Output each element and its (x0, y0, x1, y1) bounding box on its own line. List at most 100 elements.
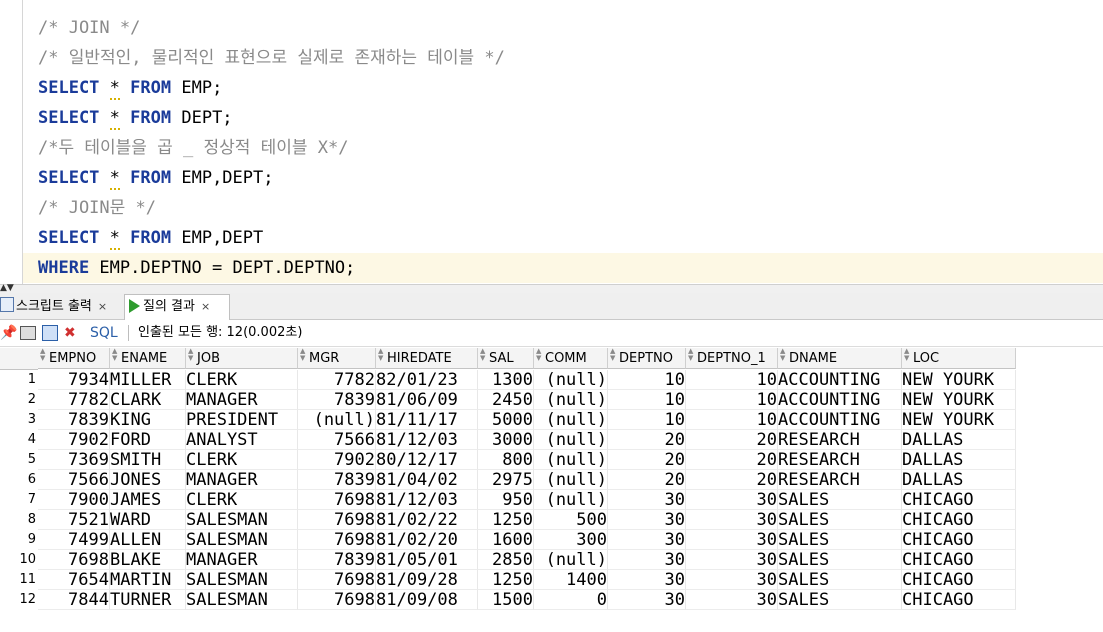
cell-deptno_1[interactable]: 20 (686, 430, 778, 450)
table-row[interactable]: 8 7521 WARD SALESMAN 7698 81/02/22 1250 500 30 30… (0, 510, 1016, 530)
column-header-loc[interactable]: ▲ ▼ LOC (902, 348, 1016, 369)
cell-deptno_1[interactable]: 30 (686, 570, 778, 590)
cell-deptno_1[interactable]: 20 (686, 470, 778, 490)
cell-empno[interactable]: 7654 (38, 570, 110, 590)
cell-dname[interactable]: SALES (778, 590, 902, 610)
sort-icon[interactable]: ▲ ▼ (780, 348, 789, 362)
cell-empno[interactable]: 7839 (38, 410, 110, 430)
cell-comm[interactable]: (null) (534, 550, 608, 570)
cell-ename[interactable]: FORD (110, 430, 186, 450)
code-line[interactable]: /* JOIN문 */ (38, 193, 156, 223)
cell-sal[interactable]: 1600 (478, 530, 534, 550)
cell-empno[interactable]: 7566 (38, 470, 110, 490)
cell-sal[interactable]: 1250 (478, 570, 534, 590)
cell-ename[interactable]: MILLER (110, 370, 186, 390)
cell-hiredate[interactable]: 81/02/20 (376, 530, 478, 550)
table-row[interactable]: 5 7369 SMITH CLERK 7902 80/12/17 800 (null) 20 20… (0, 450, 1016, 470)
cell-empno[interactable]: 7782 (38, 390, 110, 410)
sort-icon[interactable]: ▲ ▼ (378, 348, 387, 362)
cell-job[interactable]: SALESMAN (186, 570, 298, 590)
cell-deptno[interactable]: 30 (608, 530, 686, 550)
cell-mgr[interactable]: 7698 (298, 530, 376, 550)
cell-deptno[interactable]: 30 (608, 510, 686, 530)
cell-loc[interactable]: CHICAGO (902, 530, 1016, 550)
cell-sal[interactable]: 5000 (478, 410, 534, 430)
cell-dname[interactable]: ACCOUNTING (778, 390, 902, 410)
cell-mgr[interactable]: 7698 (298, 570, 376, 590)
cell-dname[interactable]: SALES (778, 570, 902, 590)
cell-sal[interactable]: 3000 (478, 430, 534, 450)
cell-dname[interactable]: SALES (778, 530, 902, 550)
cell-deptno[interactable]: 10 (608, 370, 686, 390)
cell-job[interactable]: PRESIDENT (186, 410, 298, 430)
column-header-ename[interactable]: ▲ ▼ ENAME (110, 348, 186, 369)
cell-deptno[interactable]: 20 (608, 430, 686, 450)
code-line[interactable]: SELECT * FROM EMP; (38, 73, 222, 103)
sql-editor[interactable]: /* JOIN */ /* 일반적인, 물리적인 표현으로 실제로 존재하는 테이… (0, 0, 1103, 284)
close-icon[interactable]: × (98, 300, 107, 313)
sort-icon[interactable]: ▲ ▼ (112, 348, 121, 362)
column-header-hiredate[interactable]: ▲ ▼ HIREDATE (376, 348, 478, 369)
cell-comm[interactable]: 300 (534, 530, 608, 550)
cell-deptno_1[interactable]: 30 (686, 550, 778, 570)
cell-loc[interactable]: CHICAGO (902, 550, 1016, 570)
cell-mgr[interactable]: 7839 (298, 390, 376, 410)
cell-ename[interactable]: ALLEN (110, 530, 186, 550)
cell-deptno[interactable]: 30 (608, 590, 686, 610)
cell-mgr[interactable]: 7839 (298, 550, 376, 570)
cell-comm[interactable]: (null) (534, 410, 608, 430)
code-line[interactable]: SELECT * FROM EMP,DEPT (38, 223, 263, 253)
cell-hiredate[interactable]: 82/01/23 (376, 370, 478, 390)
cell-mgr[interactable]: 7698 (298, 490, 376, 510)
column-header-deptno[interactable]: ▲ ▼ DEPTNO (608, 348, 686, 369)
cell-ename[interactable]: KING (110, 410, 186, 430)
cell-dname[interactable]: SALES (778, 510, 902, 530)
cell-deptno_1[interactable]: 10 (686, 390, 778, 410)
cell-deptno_1[interactable]: 30 (686, 530, 778, 550)
table-row[interactable]: 11 7654 MARTIN SALESMAN 7698 81/09/28 1250 1400… (0, 570, 1016, 590)
sort-icon[interactable]: ▲ ▼ (688, 348, 697, 362)
cell-dname[interactable]: RESEARCH (778, 450, 902, 470)
cell-job[interactable]: MANAGER (186, 470, 298, 490)
cell-hiredate[interactable]: 81/12/03 (376, 490, 478, 510)
cell-hiredate[interactable]: 81/05/01 (376, 550, 478, 570)
cell-loc[interactable]: CHICAGO (902, 510, 1016, 530)
cell-deptno_1[interactable]: 10 (686, 370, 778, 390)
cell-sal[interactable]: 800 (478, 450, 534, 470)
cell-job[interactable]: CLERK (186, 370, 298, 390)
cell-sal[interactable]: 1250 (478, 510, 534, 530)
collapse-arrows-icon[interactable]: ▲▼ (0, 284, 14, 293)
cell-hiredate[interactable]: 81/02/22 (376, 510, 478, 530)
cell-comm[interactable]: (null) (534, 450, 608, 470)
cell-loc[interactable]: DALLAS (902, 430, 1016, 450)
cell-ename[interactable]: TURNER (110, 590, 186, 610)
cell-comm[interactable]: 1400 (534, 570, 608, 590)
tab-query-result[interactable]: 질의 결과 × (124, 294, 230, 320)
column-header-mgr[interactable]: ▲ ▼ MGR (298, 348, 376, 369)
code-line[interactable]: /*두 테이블을 곱 _ 정상적 테이블 X*/ (38, 133, 349, 163)
cell-hiredate[interactable]: 80/12/17 (376, 450, 478, 470)
cell-deptno[interactable]: 10 (608, 390, 686, 410)
cell-empno[interactable]: 7499 (38, 530, 110, 550)
clear-icon[interactable]: ✖ (64, 324, 76, 342)
cell-job[interactable]: CLERK (186, 450, 298, 470)
export-icon[interactable] (42, 325, 58, 341)
cell-hiredate[interactable]: 81/04/02 (376, 470, 478, 490)
table-row[interactable]: 1 7934 MILLER CLERK 7782 82/01/23 1300 (null) 10… (0, 370, 1016, 390)
cell-job[interactable]: SALESMAN (186, 510, 298, 530)
cell-deptno[interactable]: 30 (608, 550, 686, 570)
sort-icon[interactable]: ▲ ▼ (904, 348, 913, 362)
cell-sal[interactable]: 1500 (478, 590, 534, 610)
cell-hiredate[interactable]: 81/11/17 (376, 410, 478, 430)
sort-icon[interactable]: ▲ ▼ (300, 348, 309, 362)
cell-empno[interactable]: 7369 (38, 450, 110, 470)
table-row[interactable]: 7 7900 JAMES CLERK 7698 81/12/03 950 (null) 30 30… (0, 490, 1016, 510)
cell-mgr[interactable]: (null) (298, 410, 376, 430)
cell-ename[interactable]: CLARK (110, 390, 186, 410)
cell-deptno[interactable]: 20 (608, 450, 686, 470)
cell-mgr[interactable]: 7839 (298, 470, 376, 490)
cell-deptno[interactable]: 30 (608, 570, 686, 590)
cell-comm[interactable]: (null) (534, 470, 608, 490)
cell-deptno[interactable]: 10 (608, 410, 686, 430)
cell-sal[interactable]: 2975 (478, 470, 534, 490)
